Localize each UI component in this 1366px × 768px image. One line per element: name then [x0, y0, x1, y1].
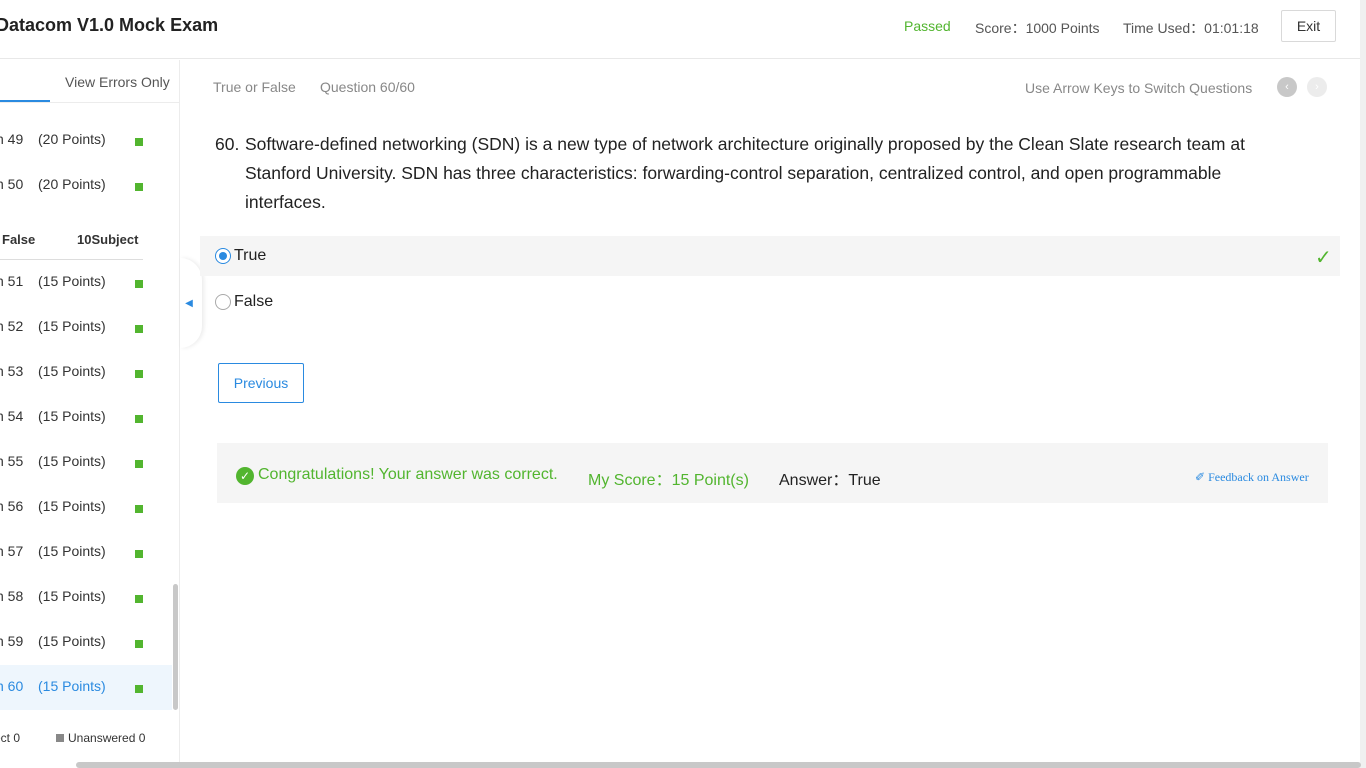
question-number: Question 60/60: [320, 79, 415, 95]
section-header-true-false: False 10Subject: [0, 230, 143, 260]
option-false[interactable]: False: [200, 282, 1340, 322]
feedback-label: Feedback on Answer: [1208, 470, 1309, 484]
tab-view-errors-only[interactable]: View Errors Only: [65, 74, 170, 90]
question-label: n 57: [0, 543, 24, 559]
sidebar-item-question-54[interactable]: n 54 (15 Points): [0, 395, 172, 440]
question-points: (15 Points): [38, 588, 106, 604]
sidebar-collapse-handle[interactable]: ◀: [180, 258, 202, 348]
question-points: (20 Points): [38, 131, 106, 147]
question-label: n 54: [0, 408, 24, 424]
chevron-left-icon: ‹: [1285, 81, 1289, 93]
sidebar-scrollbar[interactable]: [173, 584, 178, 710]
sidebar-item-question-52[interactable]: n 52 (15 Points): [0, 305, 172, 350]
question-label: n 60: [0, 678, 24, 694]
keyboard-hint: Use Arrow Keys to Switch Questions: [1025, 80, 1253, 96]
sidebar-item-question-49[interactable]: n 49 (20 Points): [0, 118, 172, 163]
checkmark-icon: ✓: [1315, 247, 1332, 269]
question-type: True or False: [213, 79, 296, 95]
question-points: (15 Points): [38, 498, 106, 514]
question-label: n 53: [0, 363, 24, 379]
edit-icon: ✐: [1195, 470, 1206, 484]
answered-correct-marker: [135, 460, 143, 468]
question-label: n 56: [0, 498, 24, 514]
answered-correct-marker: [135, 325, 143, 333]
question-points: (15 Points): [38, 543, 106, 559]
answered-correct-marker: [135, 138, 143, 146]
question-points: (15 Points): [38, 408, 106, 424]
question-label: n 55: [0, 453, 24, 469]
question-points: (20 Points): [38, 176, 106, 192]
total-score: Score：1000 Points: [975, 20, 1100, 36]
question-points: (15 Points): [38, 273, 106, 289]
question-label: n 52: [0, 318, 24, 334]
section-count: 10Subject: [77, 232, 139, 247]
section-name: False: [2, 232, 36, 247]
answered-correct-marker: [135, 505, 143, 513]
my-score: My Score：15 Point(s): [588, 472, 749, 489]
question-points: (15 Points): [38, 633, 106, 649]
sidebar-item-question-53[interactable]: n 53 (15 Points): [0, 350, 172, 395]
question-points: (15 Points): [38, 363, 106, 379]
answered-correct-marker: [135, 595, 143, 603]
question-label: n 58: [0, 588, 24, 604]
sidebar-item-question-59[interactable]: n 59 (15 Points): [0, 620, 172, 665]
sidebar-item-question-51[interactable]: n 51 (15 Points): [0, 260, 172, 305]
answered-correct-marker: [135, 550, 143, 558]
sidebar-item-question-57[interactable]: n 57 (15 Points): [0, 530, 172, 575]
question-points: (15 Points): [38, 453, 106, 469]
sidebar-item-question-58[interactable]: n 58 (15 Points): [0, 575, 172, 620]
answer-result-panel: ✓ Congratulations! Your answer was corre…: [217, 443, 1328, 503]
page-scrollbar-track: [1360, 0, 1366, 768]
question-index: 60.: [215, 134, 240, 154]
sidebar-tabs: View Errors Only: [0, 60, 179, 103]
answered-correct-marker: [135, 183, 143, 191]
question-sidebar: View Errors Only n 49 (20 Points) n 50 (…: [0, 60, 180, 768]
tab-all-active-indicator[interactable]: [0, 100, 50, 102]
question-label: n 49: [0, 131, 24, 147]
answered-correct-marker: [135, 280, 143, 288]
correct-answer: Answer：True: [779, 472, 881, 489]
question-label: n 51: [0, 273, 24, 289]
sidebar-item-question-60[interactable]: n 60 (15 Points): [0, 665, 172, 710]
legend-correct: ect 0: [0, 731, 21, 745]
answered-correct-marker: [135, 685, 143, 693]
sidebar-item-question-50[interactable]: n 50 (20 Points): [0, 163, 172, 208]
radio-button-selected[interactable]: [215, 248, 231, 264]
previous-button[interactable]: Previous: [218, 363, 304, 403]
answered-correct-marker: [135, 415, 143, 423]
status-badge: Passed: [904, 18, 951, 34]
header-bar: Datacom V1.0 Mock Exam Passed Score：1000…: [0, 0, 1366, 59]
question-points: (15 Points): [38, 318, 106, 334]
sidebar-legend: ect 0 Unanswered 0: [0, 731, 179, 747]
feedback-link[interactable]: ✐ Feedback on Answer: [1195, 470, 1309, 485]
question-label: n 59: [0, 633, 24, 649]
time-used: Time Used：01:01:18: [1123, 20, 1259, 36]
chevron-right-icon: ›: [1315, 81, 1319, 93]
exit-button[interactable]: Exit: [1281, 10, 1336, 42]
result-message: Congratulations! Your answer was correct…: [258, 466, 558, 483]
next-question-arrow-button[interactable]: ›: [1307, 77, 1327, 97]
legend-unanswered: Unanswered 0: [68, 731, 146, 745]
prev-question-arrow-button[interactable]: ‹: [1277, 77, 1297, 97]
caret-left-icon: ◀: [185, 297, 193, 309]
option-label: False: [234, 293, 274, 310]
radio-button[interactable]: [215, 294, 231, 310]
option-true[interactable]: True ✓: [200, 236, 1340, 276]
question-label: n 50: [0, 176, 24, 192]
question-points: (15 Points): [38, 678, 106, 694]
sidebar-item-question-55[interactable]: n 55 (15 Points): [0, 440, 172, 485]
unanswered-square-icon: [56, 734, 64, 742]
answered-correct-marker: [135, 640, 143, 648]
exam-title: Datacom V1.0 Mock Exam: [0, 15, 219, 35]
option-label: True: [234, 247, 267, 264]
sidebar-item-question-56[interactable]: n 56 (15 Points): [0, 485, 172, 530]
answered-correct-marker: [135, 370, 143, 378]
check-circle-icon: ✓: [236, 467, 254, 485]
question-text: Software-defined networking (SDN) is a n…: [245, 134, 1245, 212]
horizontal-scrollbar[interactable]: [76, 762, 1361, 768]
